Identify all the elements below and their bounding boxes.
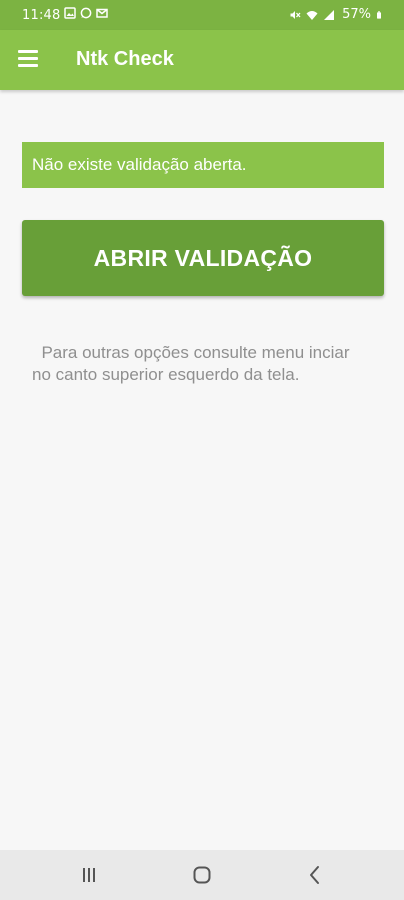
notification-icons [64,7,108,19]
navigation-bar [0,850,404,900]
recent-apps-icon[interactable] [77,864,101,886]
app-title: Ntk Check [76,48,174,70]
app-bar: Ntk Check [0,30,404,90]
status-time: 11:48 [22,8,61,23]
back-icon[interactable] [303,864,327,886]
whatsapp-icon [80,7,92,19]
no-open-validation-notice: Não existe validação aberta. [22,142,384,188]
home-icon[interactable] [190,864,214,886]
gmail-icon [96,8,108,18]
mute-icon [290,10,301,19]
wifi-icon [306,10,318,20]
status-bar: 11:48 57% [0,0,404,30]
signal-icon [324,9,335,20]
open-validation-button[interactable]: ABRIR VALIDAÇÃO [22,220,384,296]
system-status-icons: 57% [289,7,384,22]
battery-percentage: 57% [342,7,371,22]
gallery-icon [64,7,76,19]
hamburger-menu-icon[interactable] [18,50,42,70]
help-text: Para outras opções consulte menu inciar … [32,343,355,384]
battery-icon [377,10,381,19]
